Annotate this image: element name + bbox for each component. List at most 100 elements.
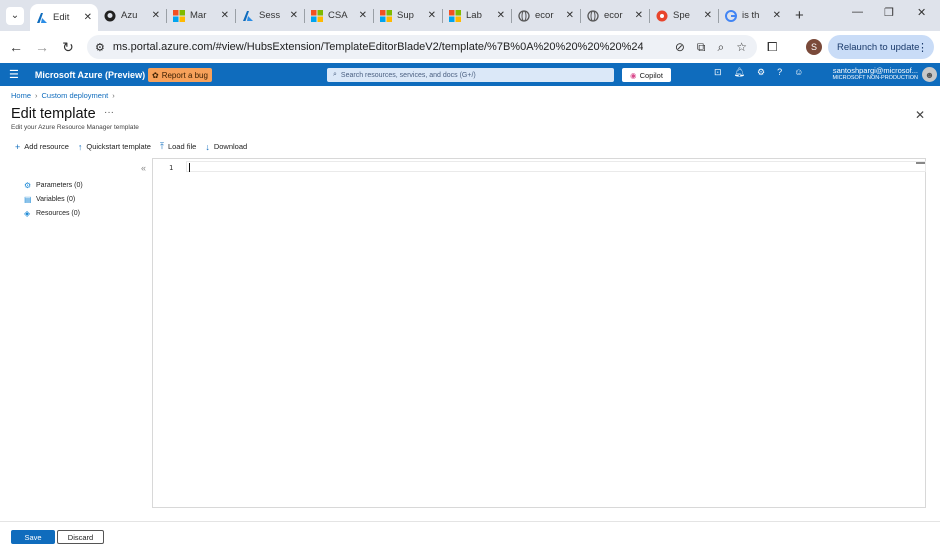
tab-label: Lab [466,10,482,21]
more-vert-icon[interactable]: ⋮ [917,41,928,54]
tab-label: ecor [604,10,623,21]
breadcrumb-custom-deployment[interactable]: Custom deployment [42,91,109,100]
install-app-icon[interactable]: ⧉ [697,40,706,55]
extensions-icon[interactable]: ⧠ [767,39,777,55]
collapse-panel-icon[interactable]: « [141,163,146,173]
breadcrumb: Home › Custom deployment › [11,91,115,100]
tab-label: Sess [259,10,281,21]
globe-icon [518,9,530,22]
tree-item-resources[interactable]: ◈ Resources (0) [24,206,83,220]
azure-top-bar: ☰ Microsoft Azure (Preview) ✿ Report a b… [0,63,940,86]
restore-icon[interactable]: ❐ [884,6,894,19]
microsoft-icon [380,9,392,22]
browser-tab-2[interactable]: Azu ✕ [98,4,166,28]
azure-icon [242,10,254,22]
add-resource-button[interactable]: + Add resource [15,141,69,152]
tab-label: Sup [397,10,414,21]
save-button[interactable]: Save [11,530,55,544]
add-resource-label: Add resource [24,142,69,151]
profile-avatar[interactable]: S [806,39,822,55]
page-subtitle: Edit your Azure Resource Manager templat… [11,124,139,131]
browser-tab-11[interactable]: is th ✕ [719,4,787,28]
global-search-input[interactable]: ⌕ Search resources, services, and docs (… [327,68,614,82]
relaunch-label: Relaunch to update [837,41,920,53]
browser-tab-4[interactable]: Sess ✕ [236,4,304,28]
tab-label: Spe [673,10,690,21]
tree-item-label: Parameters (0) [36,181,83,189]
portal-title[interactable]: Microsoft Azure (Preview) [35,70,145,80]
close-tab-icon[interactable]: ✕ [152,10,160,21]
speaker-icon [656,10,668,22]
browser-tab-10[interactable]: Spe ✕ [650,4,718,28]
close-tab-icon[interactable]: ✕ [290,10,298,21]
address-bar-row: ← → ↻ ⚙ ms.portal.azure.com/#view/HubsEx… [0,31,940,63]
tab-label: Mar [190,10,207,21]
browser-tab-9[interactable]: ecor ✕ [581,4,649,28]
site-settings-icon[interactable]: ⚙ [95,41,105,54]
notifications-icon[interactable]: 🔔︎ [734,67,745,78]
download-button[interactable]: ↓ Download [205,141,247,152]
back-icon[interactable]: ← [3,39,29,55]
github-icon [104,10,116,22]
help-icon[interactable]: ? [777,67,782,78]
load-file-label: Load file [167,142,197,151]
close-tab-icon[interactable]: ✕ [428,10,436,21]
eye-slash-icon[interactable]: ⊘ [675,40,685,55]
browser-tab-8[interactable]: ecor ✕ [512,4,580,28]
close-window-icon[interactable]: ✕ [917,6,926,19]
close-tab-icon[interactable]: ✕ [773,10,781,21]
reload-icon[interactable]: ↻ [55,39,81,56]
tree-item-label: Resources (0) [36,209,80,217]
browser-tab-7[interactable]: Lab ✕ [443,4,511,28]
new-tab-icon[interactable]: + [795,7,804,24]
discard-button[interactable]: Discard [57,530,104,544]
forward-icon[interactable]: → [29,39,55,55]
browser-tab-6[interactable]: Sup ✕ [374,4,442,28]
account-info[interactable]: santoshpargi@microsof... MICROSOFT NON-P… [830,66,918,81]
url-text: ms.portal.azure.com/#view/HubsExtension/… [112,41,643,53]
feedback-icon[interactable]: ☺ [794,67,803,78]
close-tab-icon[interactable]: ✕ [359,10,367,21]
tree-item-label: Variables (0) [36,195,76,203]
cloud-shell-icon[interactable]: ⊡ [714,67,722,78]
more-options-icon[interactable]: ··· [104,107,114,118]
azure-icon [36,12,48,24]
menu-icon[interactable]: ☰ [9,68,19,81]
zoom-icon[interactable]: ⌕ [718,40,725,55]
template-code-editor[interactable]: 1 [152,158,926,508]
scrollbar-thumb[interactable] [916,162,925,164]
close-tab-icon[interactable]: ✕ [704,10,712,21]
browser-tab-5[interactable]: CSA ✕ [305,4,373,28]
load-file-button[interactable]: ⤒ Load file [160,141,196,152]
globe-icon [587,9,599,22]
close-tab-icon[interactable]: ✕ [635,10,643,21]
close-tab-icon[interactable]: ✕ [84,12,92,23]
browser-tab-3[interactable]: Mar ✕ [167,4,235,28]
footer-divider [0,521,940,522]
chevron-right-icon: › [35,91,38,100]
close-icon[interactable]: ✕ [915,108,925,122]
close-tab-icon[interactable]: ✕ [221,10,229,21]
quickstart-template-button[interactable]: ↑ Quickstart template [78,141,151,152]
breadcrumb-home[interactable]: Home [11,91,31,100]
close-tab-icon[interactable]: ✕ [566,10,574,21]
address-input[interactable]: ⚙ ms.portal.azure.com/#view/HubsExtensio… [87,35,757,59]
copilot-button[interactable]: ◉ Copilot [622,68,671,82]
bookmark-star-icon[interactable]: ☆ [736,40,747,55]
settings-gear-icon[interactable]: ⚙ [757,67,765,78]
relaunch-button[interactable]: Relaunch to update ⋮ [828,35,934,59]
quickstart-label: Quickstart template [86,142,151,151]
report-bug-button[interactable]: ✿ Report a bug [148,68,212,82]
bug-icon: ✿ [152,70,159,80]
tree-item-parameters[interactable]: ⚙ Parameters (0) [24,178,83,192]
line-number: 1 [169,164,174,172]
minimize-icon[interactable]: — [852,6,863,18]
parameters-icon: ⚙ [24,180,32,190]
browser-tab-1[interactable]: Edit ✕ [30,4,98,31]
close-tab-icon[interactable]: ✕ [497,10,505,21]
tree-item-variables[interactable]: ▤ Variables (0) [24,192,83,206]
tab-search-button[interactable]: ⌄ [6,6,24,25]
microsoft-icon [449,9,461,22]
resources-icon: ◈ [24,208,31,218]
user-avatar-icon[interactable]: ☻ [922,67,937,82]
